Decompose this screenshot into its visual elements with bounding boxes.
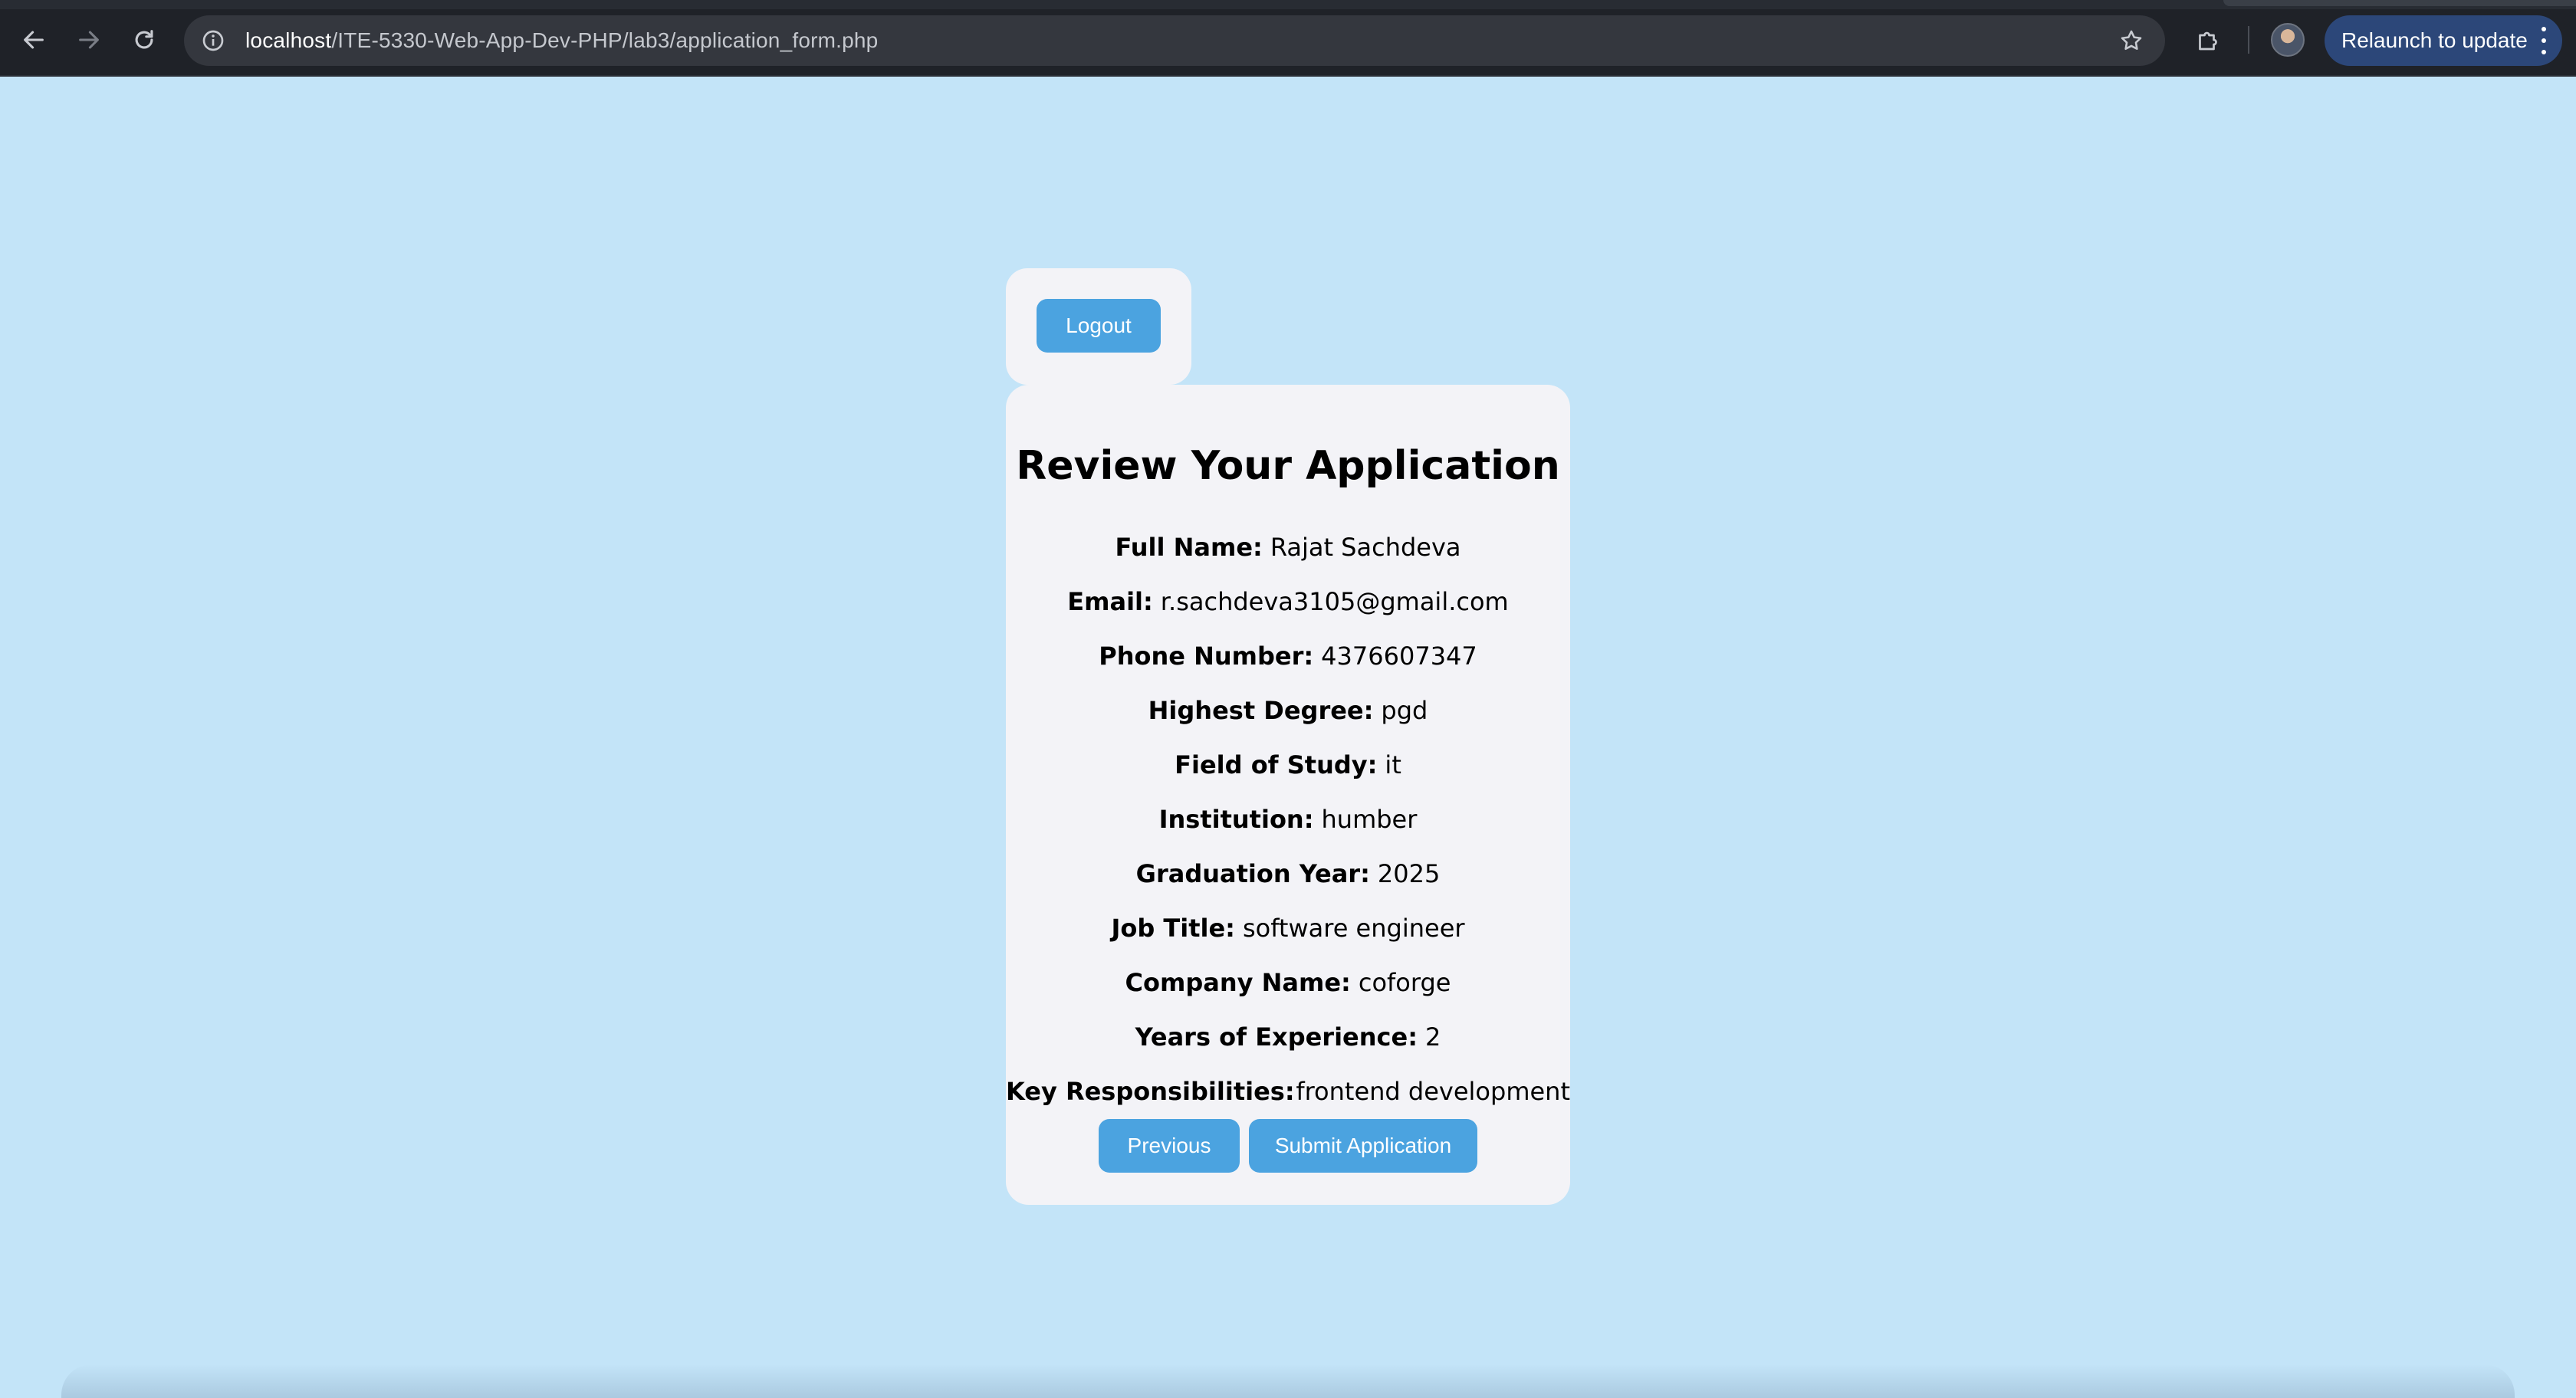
relaunch-label: Relaunch to update [2341, 28, 2528, 52]
field-field-of-study: Field of Study: it [1006, 737, 1570, 792]
field-value: Rajat Sachdeva [1270, 532, 1461, 562]
back-arrow-icon [24, 31, 44, 49]
form-actions: Previous Submit Application [1006, 1119, 1570, 1173]
reload-button[interactable] [123, 18, 166, 61]
puzzle-icon [2199, 31, 2217, 51]
field-job-title: Job Title: software engineer [1006, 901, 1570, 955]
field-label: Graduation Year: [1135, 858, 1370, 888]
bookmark-button[interactable] [2116, 25, 2147, 56]
field-label: Full Name: [1115, 532, 1263, 562]
field-label: Email: [1067, 586, 1153, 616]
url-path: /ITE-5330-Web-App-Dev-PHP/lab3/applicati… [331, 28, 879, 52]
field-years-of-experience: Years of Experience: 2 [1006, 1009, 1570, 1064]
logout-button[interactable]: Logout [1037, 299, 1161, 353]
field-label: Years of Experience: [1135, 1022, 1418, 1052]
field-label: Institution: [1158, 804, 1314, 834]
field-value: it [1385, 750, 1401, 779]
address-bar[interactable]: localhost/ITE-5330-Web-App-Dev-PHP/lab3/… [184, 15, 2165, 66]
back-button[interactable] [12, 18, 55, 61]
field-key-responsibilities: Key Responsibilities: frontend developmen… [1006, 1064, 1570, 1118]
field-label: Job Title: [1111, 913, 1235, 943]
field-value: software engineer [1242, 913, 1465, 943]
forward-arrow-icon [79, 31, 99, 49]
active-tab-edge[interactable] [2223, 0, 2576, 6]
field-phone-number: Phone Number: 4376607347 [1006, 628, 1570, 683]
field-value: 2 [1425, 1022, 1441, 1052]
previous-button[interactable]: Previous [1099, 1119, 1240, 1173]
application-summary: Full Name: Rajat Sachdeva Email: r.sachdev… [1006, 520, 1570, 1118]
field-value: coforge [1358, 967, 1451, 997]
toolbar-divider [2248, 26, 2249, 54]
field-value: 2025 [1377, 858, 1441, 888]
field-value: r.sachdeva3105@gmail.com [1160, 586, 1509, 616]
star-icon [2121, 30, 2142, 51]
url-text[interactable]: localhost/ITE-5330-Web-App-Dev-PHP/lab3/… [245, 28, 878, 53]
submit-application-button[interactable]: Submit Application [1249, 1119, 1477, 1173]
field-label: Phone Number: [1099, 641, 1314, 671]
review-card: Review Your Application Full Name: Rajat … [1006, 385, 1570, 1205]
site-info-button[interactable] [198, 25, 228, 56]
extensions-button[interactable] [2187, 18, 2229, 61]
field-value: pgd [1381, 695, 1428, 725]
field-label: Highest Degree: [1148, 695, 1374, 725]
field-institution: Institution: humber [1006, 792, 1570, 846]
reload-icon [135, 30, 153, 49]
field-full-name: Full Name: Rajat Sachdeva [1006, 520, 1570, 574]
field-graduation-year: Graduation Year: 2025 [1006, 846, 1570, 901]
page-title: Review Your Application [1016, 443, 1560, 489]
relaunch-button[interactable]: Relaunch to update [2325, 15, 2562, 66]
forward-button[interactable] [67, 18, 110, 61]
field-value: 4376607347 [1321, 641, 1477, 671]
avatar[interactable] [2271, 23, 2305, 57]
field-label: Key Responsibilities: [1006, 1076, 1295, 1106]
field-value: humber [1321, 804, 1418, 834]
field-email: Email: r.sachdeva3105@gmail.com [1006, 574, 1570, 628]
browser-toolbar: localhost/ITE-5330-Web-App-Dev-PHP/lab3/… [0, 0, 2576, 77]
window-bottom-shadow [61, 1364, 2515, 1398]
field-company-name: Company Name: coforge [1006, 955, 1570, 1009]
field-label: Field of Study: [1175, 750, 1378, 779]
tab-strip [0, 0, 2576, 9]
more-vert-icon[interactable] [2539, 27, 2548, 54]
url-host: localhost [245, 28, 332, 52]
field-highest-degree: Highest Degree: pgd [1006, 683, 1570, 737]
field-value: frontend development [1296, 1076, 1570, 1106]
info-icon [202, 30, 224, 51]
logout-card: Logout [1006, 268, 1191, 385]
field-label: Company Name: [1125, 967, 1351, 997]
